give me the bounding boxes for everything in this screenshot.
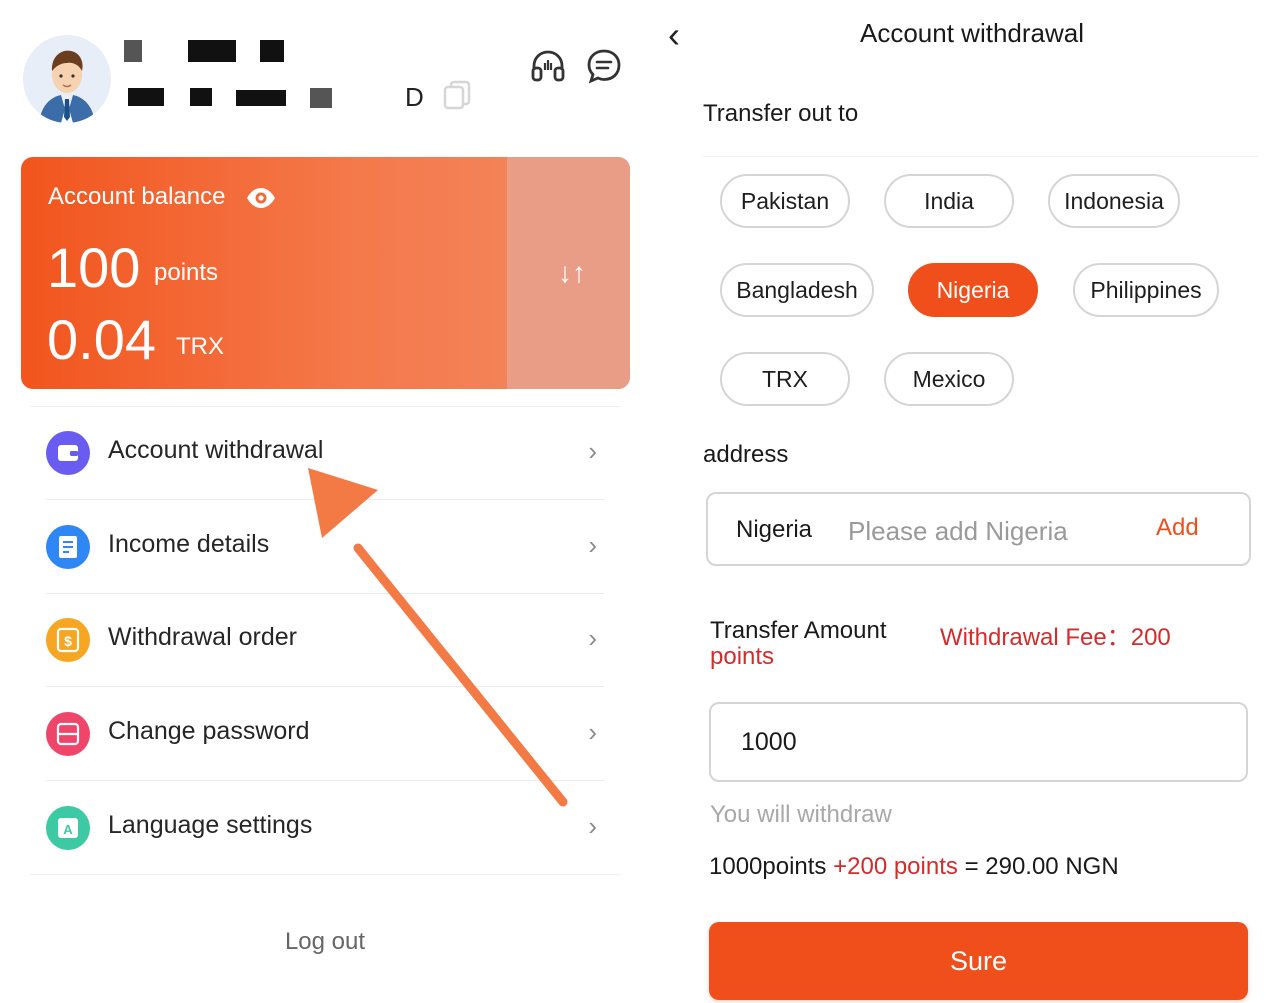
exchange-button[interactable]: ↓↑ — [507, 157, 630, 389]
menu-item-language-settings[interactable]: A Language settings › — [30, 781, 605, 874]
svg-text:A: A — [63, 822, 73, 837]
redacted-id-block — [310, 88, 332, 108]
calc-base: 1000points — [709, 853, 827, 880]
menu-item-label: Income details — [108, 530, 270, 558]
account-panel: D Account balance 100 points 0.04 TRX ↓↑… — [0, 0, 650, 1003]
withdrawal-fee-label: Withdrawal Fee：200 — [940, 624, 1171, 651]
user-id-fragment: D — [405, 82, 424, 112]
trx-balance: 0.04 — [47, 308, 156, 371]
country-chip-mexico[interactable]: Mexico — [884, 352, 1014, 406]
trx-unit: TRX — [176, 333, 224, 360]
withdrawal-panel: ‹ Account withdrawal Transfer out to Pak… — [650, 0, 1280, 1003]
wallet-icon — [46, 431, 90, 475]
add-address-button[interactable]: Add — [1156, 514, 1199, 542]
redacted-name-block — [124, 40, 142, 62]
calc-result: = 290.00 NGN — [964, 853, 1119, 880]
country-chip-philippines[interactable]: Philippines — [1073, 263, 1219, 317]
chevron-right-icon: › — [588, 436, 597, 466]
dollar-icon: $ — [46, 618, 90, 662]
language-icon: A — [46, 806, 90, 850]
chevron-right-icon: › — [588, 530, 597, 560]
eye-icon[interactable] — [245, 186, 277, 210]
address-label: address — [703, 441, 789, 468]
country-chip-trx[interactable]: TRX — [720, 352, 850, 406]
points-balance: 100 — [47, 236, 141, 299]
lock-icon — [46, 712, 90, 756]
svg-text:$: $ — [64, 633, 72, 649]
address-field: Nigeria Add — [706, 492, 1251, 566]
menu-item-withdrawal-order[interactable]: $ Withdrawal order › — [30, 593, 605, 686]
points-unit: points — [154, 259, 219, 286]
menu-item-label: Account withdrawal — [108, 436, 324, 464]
back-icon[interactable]: ‹ — [668, 14, 680, 56]
redacted-id-block — [128, 88, 164, 106]
logout-button[interactable]: Log out — [200, 928, 450, 956]
redacted-name-block — [260, 40, 284, 62]
chevron-right-icon: › — [588, 623, 597, 653]
sure-button[interactable]: Sure — [709, 922, 1248, 1000]
country-chip-bangladesh[interactable]: Bangladesh — [720, 263, 874, 317]
menu-item-label: Withdrawal order — [108, 623, 297, 651]
headset-icon[interactable] — [528, 46, 568, 86]
country-chip-india[interactable]: India — [884, 174, 1014, 228]
divider — [703, 156, 1258, 157]
menu-item-account-withdrawal[interactable]: Account withdrawal › — [30, 406, 605, 499]
menu-item-label: Language settings — [108, 811, 313, 839]
transfer-amount-label: Transfer Amount — [710, 617, 887, 644]
copy-icon[interactable] — [443, 80, 471, 110]
amount-input[interactable] — [741, 728, 1221, 757]
chat-icon[interactable] — [584, 46, 624, 86]
swap-icon: ↓↑ — [558, 257, 586, 288]
will-withdraw-label: You will withdraw — [710, 801, 892, 828]
chevron-right-icon: › — [588, 811, 597, 841]
calc-fee: +200 points — [833, 853, 958, 880]
redacted-id-block — [236, 90, 286, 106]
page-title: Account withdrawal — [860, 18, 1084, 48]
menu-item-change-password[interactable]: Change password › — [30, 687, 605, 780]
divider — [30, 874, 620, 875]
balance-card: Account balance 100 points 0.04 TRX ↓↑ — [21, 157, 630, 389]
user-avatar[interactable] — [23, 35, 111, 123]
balance-label: Account balance — [48, 183, 226, 210]
address-input[interactable] — [848, 516, 1118, 547]
country-chip-indonesia[interactable]: Indonesia — [1048, 174, 1180, 228]
address-country: Nigeria — [736, 516, 813, 543]
country-chip-nigeria[interactable]: Nigeria — [908, 263, 1038, 317]
redacted-id-block — [190, 88, 212, 106]
country-chip-pakistan[interactable]: Pakistan — [720, 174, 850, 228]
withdrawal-fee-unit: points — [710, 643, 775, 670]
menu-item-income-details[interactable]: Income details › — [30, 500, 605, 593]
redacted-name-block — [188, 40, 236, 62]
transfer-out-label: Transfer out to — [703, 100, 859, 127]
document-icon — [46, 525, 90, 569]
withdraw-calculation: 1000points +200 points = 290.00 NGN — [709, 853, 1119, 881]
chevron-right-icon: › — [588, 717, 597, 747]
amount-field — [709, 702, 1248, 782]
menu-item-label: Change password — [108, 717, 310, 745]
